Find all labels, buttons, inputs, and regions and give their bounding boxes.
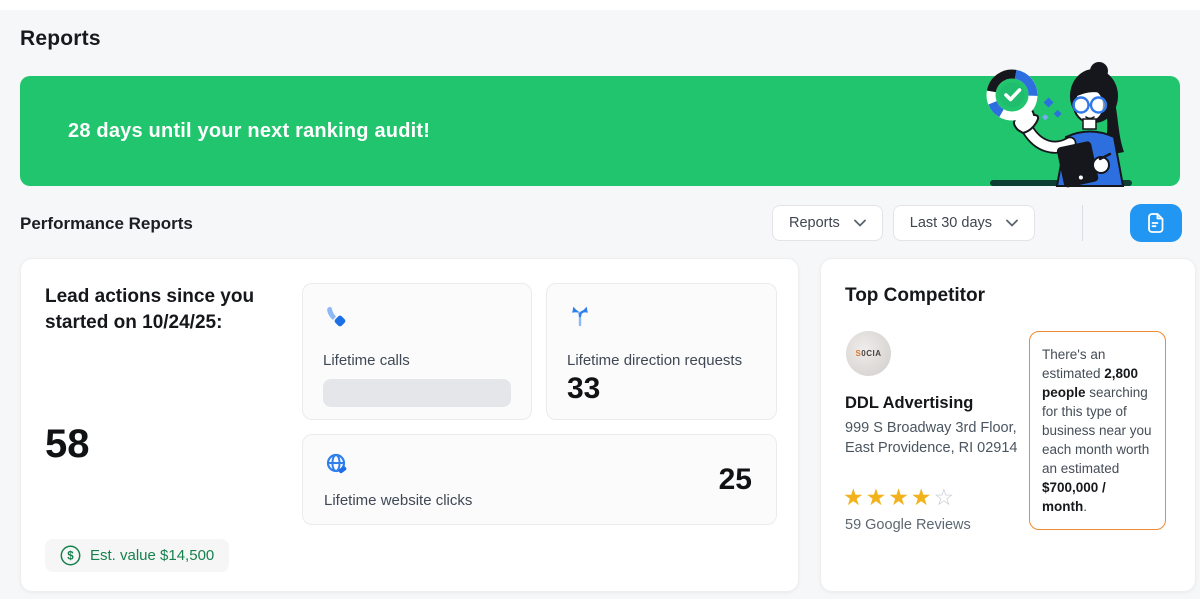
section-title: Performance Reports <box>20 214 193 233</box>
chevron-down-icon <box>1006 219 1018 227</box>
competitor-avatar: SS0CIA0CIA <box>846 331 891 376</box>
market-estimate-callout: There's an estimated 2,800 people search… <box>1029 331 1166 530</box>
report-type-dropdown-value: Reports <box>789 215 840 231</box>
chevron-down-icon <box>853 219 866 227</box>
est-value-badge: $ Est. value $14,500 <box>45 539 230 572</box>
toolbar: Reports Last 30 days <box>772 204 1183 242</box>
website-clicks-value: 25 <box>718 462 752 496</box>
star-filled-icon: ★ <box>910 484 934 510</box>
phone-icon <box>327 307 346 327</box>
lead-actions-total: 58 <box>45 422 90 466</box>
callout-bold: $700,000 / month <box>1042 480 1106 514</box>
toolbar-divider <box>1082 205 1084 241</box>
dollar-icon: $ <box>60 545 81 566</box>
competitor-avatar-text: SS0CIA0CIA <box>855 349 882 358</box>
lead-actions-card: Lead actions since you started on 10/24/… <box>20 258 799 592</box>
globe-icon <box>326 453 347 474</box>
lead-actions-heading: Lead actions since you started on 10/24/… <box>45 286 255 333</box>
svg-text:$: $ <box>67 551 74 563</box>
top-competitor-card: Top Competitor SS0CIA0CIA DDL Advertisin… <box>820 258 1196 592</box>
star-filled-icon: ★ <box>888 484 911 510</box>
audit-illustration <box>986 62 1132 188</box>
star-rating: ★★★★☆ <box>843 485 956 509</box>
page-title: Reports <box>20 27 101 50</box>
date-range-dropdown-value: Last 30 days <box>909 215 993 231</box>
star-filled-icon: ★ <box>843 484 866 510</box>
star-filled-icon: ★ <box>865 484 889 510</box>
date-range-dropdown[interactable]: Last 30 days <box>892 205 1036 241</box>
lifetime-directions-card: Lifetime direction requests 33 <box>546 283 777 420</box>
star-empty-icon: ☆ <box>933 484 957 510</box>
top-strip <box>0 0 1200 10</box>
lifetime-website-clicks-card: Lifetime website clicks 25 <box>302 434 777 525</box>
metric-label: Lifetime direction requests <box>567 352 743 369</box>
report-type-dropdown[interactable]: Reports <box>772 205 883 241</box>
document-export-icon <box>1148 213 1164 233</box>
directions-value: 33 <box>567 372 601 405</box>
lifetime-calls-card: Lifetime calls <box>302 283 532 420</box>
competitor-name: DDL Advertising <box>845 394 974 412</box>
calls-loading-skeleton <box>323 379 511 407</box>
top-competitor-heading: Top Competitor <box>845 285 986 306</box>
metric-label: Lifetime website clicks <box>324 492 473 509</box>
audit-banner-text: 28 days until your next ranking audit! <box>68 119 431 142</box>
competitor-address: 999 S Broadway 3rd Floor, East Providenc… <box>845 420 1018 456</box>
est-value-label: Est. value $14,500 <box>90 547 215 564</box>
google-reviews-count: 59 Google Reviews <box>845 517 971 533</box>
callout-text: There's an estimated <box>1042 347 1106 381</box>
callout-text: . <box>1083 499 1088 514</box>
metric-label: Lifetime calls <box>323 352 410 369</box>
export-report-button[interactable] <box>1130 204 1183 242</box>
directions-icon <box>572 306 588 327</box>
